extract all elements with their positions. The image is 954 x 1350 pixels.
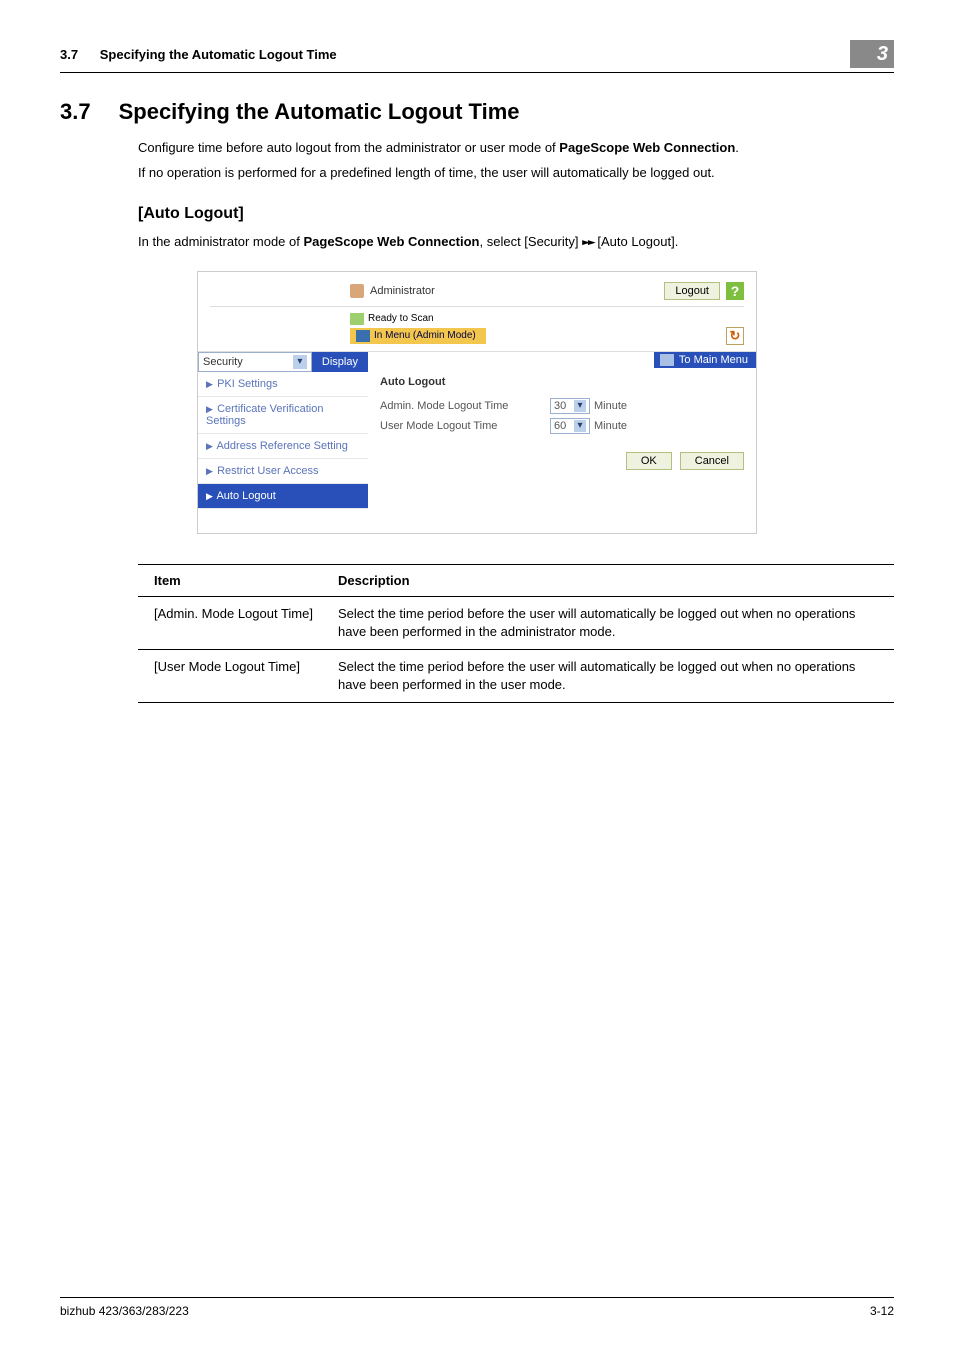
sub-para-a: In the administrator mode of [138, 234, 303, 249]
running-header: 3.7 Specifying the Automatic Logout Time… [60, 40, 894, 68]
sidebar-item-label: Address Reference Setting [216, 440, 347, 452]
sub-para-d: [Auto Logout]. [594, 234, 679, 249]
category-select[interactable]: Security ▾ [198, 352, 312, 372]
sidebar-item-label: PKI Settings [217, 378, 278, 390]
intro-para-1a: Configure time before auto logout from t… [138, 140, 559, 155]
printer-icon [350, 313, 364, 325]
section-heading: 3.7 Specifying the Automatic Logout Time [60, 99, 894, 125]
header-rule [60, 72, 894, 73]
chevron-down-icon: ▾ [574, 420, 586, 432]
admin-logout-select[interactable]: 30 ▾ [550, 398, 590, 414]
user-logout-label: User Mode Logout Time [380, 420, 550, 432]
subheading-auto-logout: [Auto Logout] [138, 205, 894, 223]
user-logout-row: User Mode Logout Time 60 ▾ Minute [368, 416, 756, 436]
sidebar-item-auto-logout[interactable]: ▶ Auto Logout [198, 484, 368, 509]
admin-logout-value: 30 [554, 400, 566, 412]
intro-para-1b: PageScope Web Connection [559, 140, 735, 155]
admin-logout-label: Admin. Mode Logout Time [380, 400, 550, 412]
chevron-down-icon: ▾ [574, 400, 586, 412]
section-title: Specifying the Automatic Logout Time [119, 99, 520, 125]
admin-label: Administrator [350, 284, 435, 298]
sidebar-item-pki[interactable]: ▶ PKI Settings [198, 372, 368, 397]
chapter-badge: 3 [850, 40, 894, 68]
header-section-num: 3.7 [60, 47, 78, 62]
section-number: 3.7 [60, 99, 91, 125]
display-button[interactable]: Display [312, 352, 368, 372]
table-header-row: Item Description [138, 564, 894, 596]
page-footer: bizhub 423/363/283/223 3-12 [60, 1297, 894, 1318]
cell-item: [Admin. Mode Logout Time] [138, 596, 328, 649]
user-logout-value: 60 [554, 420, 566, 432]
nav-arrow-icon: ▶ [206, 379, 212, 390]
nav-arrow-icon: ▶ [206, 466, 212, 477]
header-left: 3.7 Specifying the Automatic Logout Time [60, 47, 337, 62]
menu-mode-icon [356, 330, 370, 342]
status-ready-text: Ready to Scan [368, 313, 434, 324]
intro-para-2: If no operation is performed for a prede… [138, 164, 894, 183]
admin-logout-row: Admin. Mode Logout Time 30 ▾ Minute [368, 396, 756, 416]
header-section-title: Specifying the Automatic Logout Time [100, 47, 337, 62]
table-row: [Admin. Mode Logout Time] Select the tim… [138, 596, 894, 649]
table-row: [User Mode Logout Time] Select the time … [138, 649, 894, 702]
arrow-icon: ►► [582, 234, 594, 253]
nav-arrow-icon: ▶ [206, 491, 212, 502]
embedded-screenshot: Administrator Logout ? Ready to Scan In … [197, 271, 757, 534]
user-logout-select[interactable]: 60 ▾ [550, 418, 590, 434]
main-menu-icon [660, 354, 674, 366]
panel-title: Auto Logout [368, 368, 756, 396]
sidebar-item-label: Restrict User Access [217, 465, 318, 477]
sub-para-b: PageScope Web Connection [303, 234, 479, 249]
description-table: Item Description [Admin. Mode Logout Tim… [138, 564, 894, 704]
logout-button[interactable]: Logout [664, 282, 720, 300]
sidebar-item-cert[interactable]: ▶ Certificate Verification Settings [198, 397, 368, 434]
chevron-down-icon: ▾ [293, 355, 307, 369]
footer-page-number: 3-12 [870, 1304, 894, 1318]
intro-para-1c: . [735, 140, 739, 155]
to-main-menu-button[interactable]: To Main Menu [654, 352, 756, 368]
sub-para-c: , select [Security] [480, 234, 583, 249]
to-main-menu-label: To Main Menu [679, 354, 748, 366]
main-panel: To Main Menu Auto Logout Admin. Mode Log… [368, 352, 756, 533]
status-ready: Ready to Scan [350, 313, 486, 325]
nav-arrow-icon: ▶ [206, 441, 212, 452]
nav-arrow-icon: ▶ [206, 404, 212, 415]
sidebar-item-restrict[interactable]: ▶ Restrict User Access [198, 459, 368, 484]
refresh-button[interactable]: ↻ [726, 327, 744, 345]
footer-product: bizhub 423/363/283/223 [60, 1304, 189, 1318]
sidebar-item-label: Auto Logout [216, 490, 275, 502]
unit-label: Minute [594, 400, 627, 412]
col-item: Item [138, 564, 328, 596]
menu-mode-text: In Menu (Admin Mode) [374, 330, 476, 341]
sidebar-item-addr[interactable]: ▶ Address Reference Setting [198, 434, 368, 459]
intro-para-1: Configure time before auto logout from t… [138, 139, 894, 158]
cell-desc: Select the time period before the user w… [328, 649, 894, 702]
category-select-value: Security [203, 356, 243, 368]
cell-item: [User Mode Logout Time] [138, 649, 328, 702]
col-description: Description [328, 564, 894, 596]
admin-icon [350, 284, 364, 298]
menu-mode-badge: In Menu (Admin Mode) [350, 328, 486, 344]
help-button[interactable]: ? [726, 282, 744, 300]
cell-desc: Select the time period before the user w… [328, 596, 894, 649]
sidebar: Security ▾ Display ▶ PKI Settings ▶ Cert… [198, 352, 368, 533]
ok-button[interactable]: OK [626, 452, 672, 470]
sub-para: In the administrator mode of PageScope W… [138, 233, 894, 253]
cancel-button[interactable]: Cancel [680, 452, 744, 470]
unit-label: Minute [594, 420, 627, 432]
sidebar-item-label: Certificate Verification Settings [206, 403, 323, 427]
admin-text: Administrator [370, 285, 435, 297]
